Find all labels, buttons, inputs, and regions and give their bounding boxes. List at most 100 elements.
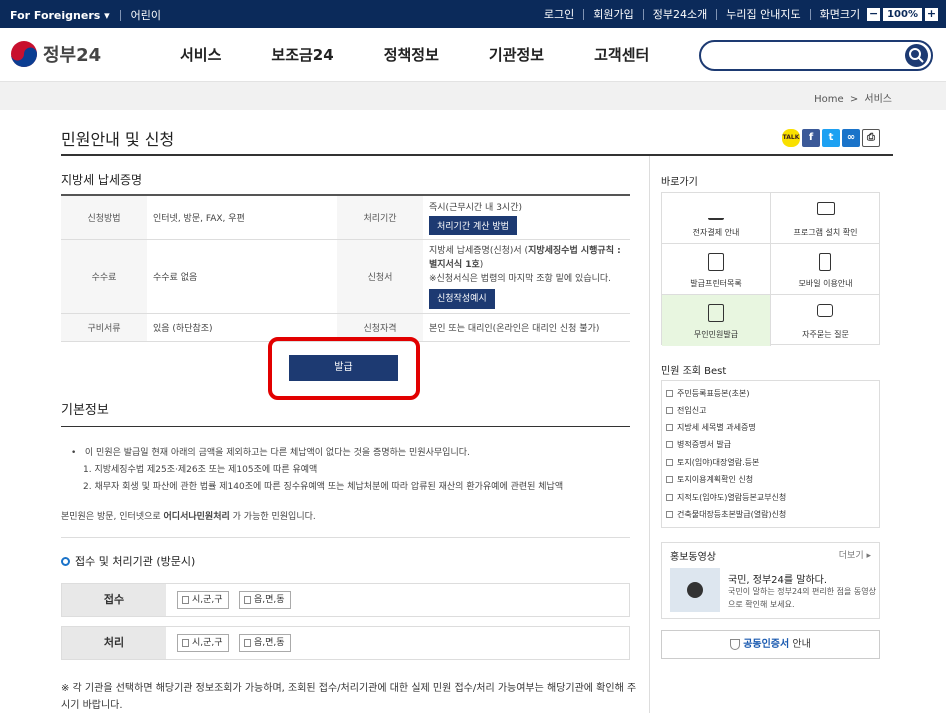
facebook-share-icon[interactable]: f [802,129,820,147]
login-link[interactable]: 로그인 [544,6,574,22]
process-label: 처리 [62,627,166,659]
receive-city-button[interactable]: 시,군,구 [177,591,229,609]
search-icon [909,48,924,63]
form-example-button[interactable]: 신청작성예시 [429,289,495,309]
doc-icon [666,390,673,397]
promo-more-link[interactable]: 더보기 ▸ [839,548,871,561]
basic-info-divider [61,426,630,427]
promo-thumbnail[interactable] [670,568,720,612]
list-item[interactable]: 지방세 세목별 과세증명 [666,422,756,433]
quick-kiosk[interactable]: 무인민원발급 [662,295,771,346]
breadcrumb-home[interactable]: Home [814,94,844,105]
doc-icon [666,407,673,414]
building-icon [244,639,251,647]
link-copy-icon[interactable]: ∞ [842,129,860,147]
list-item[interactable]: 토지(임야)대장열람.등본 [666,457,759,468]
service-name: 지방세 납세증명 [61,173,143,187]
fee-value: 수수료 없음 [147,239,337,314]
signup-link[interactable]: 회원가입 [593,6,633,22]
quick-printer-list[interactable]: 발급프린터목록 [662,244,771,295]
office-heading-text: 접수 및 처리기관 (방문시) [75,555,196,568]
table-row: 수수료 수수료 없음 신청서 지방세 납세증명(신청)서 (지방세징수법 시행규… [61,239,630,314]
quick-faq[interactable]: 자주묻는 질문 [771,295,880,346]
search-button[interactable] [905,44,928,67]
play-icon [687,582,703,598]
issue-button[interactable]: 발급 [289,355,398,381]
form-value: 지방세 납세증명(신청)서 (지방세징수법 시행규칙 : 별지서식 1호) [429,246,621,270]
sitemap-link[interactable]: 누리집 안내지도 [726,6,800,22]
site-logo[interactable]: 정부24 [9,39,101,69]
building-icon [182,639,189,647]
kids-link[interactable]: 어린이 [131,7,161,23]
receive-row: 접수 시,군,구 읍,면,동 [61,583,630,617]
zoom-in-button[interactable]: + [925,7,938,21]
nav-support[interactable]: 고객센터 [594,44,649,65]
list-item[interactable]: 병적증명서 발급 [666,439,731,450]
list-item[interactable]: 주민등록표등본(초본) [666,388,749,399]
quick-mobile[interactable]: 모바일 이용안내 [771,244,880,295]
nav-subsidy[interactable]: 보조금24 [271,44,333,65]
quick-title: 바로가기 [661,177,698,188]
nav-institution[interactable]: 기관정보 [489,44,544,65]
form-cell: 지방세 납세증명(신청)서 (지방세징수법 시행규칙 : 별지서식 1호) ※신… [423,239,630,314]
qualification-value: 본인 또는 대리인(온라인은 대리인 신청 불가) [423,313,630,342]
nav-policy[interactable]: 정책정보 [384,44,439,65]
list-item[interactable]: 토지이용계획확인 신청 [666,474,753,485]
chat-bubble-icon [817,304,833,317]
building-icon [182,596,189,604]
utility-bar: For Foreigners ▾ 어린이 로그인 회원가입 정부24소개 누리집… [0,0,946,28]
table-row: 신청방법 인터넷, 방문, FAX, 우편 처리기간 즉시(근무시간 내 3시간… [61,195,630,240]
list-item[interactable]: 지적도(임야도)열람등본교부신청 [666,492,786,503]
basic-item-2: 2. 채무자 회생 및 파산에 관한 법률 제140조에 따른 징수유예액 또는… [83,482,564,492]
print-icon[interactable]: ⎙ [862,129,880,147]
quick-program-check[interactable]: 프로그램 설치 확인 [771,193,880,244]
shield-icon [730,638,741,650]
zoom-out-button[interactable]: − [867,7,881,21]
list-item[interactable]: 전입신고 [666,405,706,416]
promo-headline[interactable]: 국민, 정부24를 말하다. [728,571,827,586]
promo-desc: 국민이 말하는 정부24의 편리한 점을 동영상으로 확인해 보세요. [728,587,877,609]
zoom-label: 화면크기 [819,8,861,21]
promo-video-box: 홍보동영상 더보기 ▸ 국민, 정부24를 말하다. 국민이 말하는 정부24의… [661,542,880,619]
process-row: 처리 시,군,구 읍,면,동 [61,626,630,660]
quick-payment[interactable]: 전자결제 안내 [662,193,771,244]
kakaotalk-share-icon[interactable]: TALK [782,129,800,147]
for-foreigners-link[interactable]: For Foreigners ▾ [10,9,110,22]
basic-item-1: 1. 지방세징수법 제25조·제26조 또는 제105조에 따른 유예액 [83,465,318,475]
search-input[interactable] [699,40,933,71]
form-note: ※신청서식은 법령의 마지막 조항 밑에 있습니다. [429,274,612,284]
main-nav: 서비스 보조금24 정책정보 기관정보 고객센터 [180,44,699,65]
list-item[interactable]: 건축물대장등초본발급(열람)신청 [666,509,786,520]
breadcrumb-current[interactable]: 서비스 [864,94,892,105]
period-calc-button[interactable]: 처리기간 계산 방법 [429,216,517,235]
method-label: 신청방법 [61,195,147,240]
main-header: 정부24 서비스 보조금24 정책정보 기관정보 고객센터 [0,28,946,82]
anywhere-note: 본민원은 방문, 인터넷으로 어디서나민원처리 가 가능한 민원입니다. [61,512,316,522]
process-town-button[interactable]: 읍,면,동 [239,634,291,652]
process-city-button[interactable]: 시,군,구 [177,634,229,652]
kiosk-icon [708,304,724,322]
download-icon [708,202,724,220]
taegeuk-logo-icon [11,41,37,67]
twitter-share-icon[interactable]: t [822,129,840,147]
receive-label: 접수 [62,584,166,616]
nav-services[interactable]: 서비스 [180,44,221,65]
doc-icon [666,441,673,448]
method-value: 인터넷, 방문, FAX, 우편 [147,195,337,240]
about-link[interactable]: 정부24소개 [653,6,707,22]
zoom-control: 화면크기 − 100% + [820,6,938,22]
office-heading: 접수 및 처리기관 (방문시) [61,553,195,569]
basic-info-heading: 기본정보 [61,403,109,418]
breadcrumb: Home > 서비스 [0,82,946,110]
period-value: 즉시(근무시간 내 3시간) [429,203,522,213]
certificate-guide-button[interactable]: 공동인증서 안내 [661,630,880,659]
anywhere-link[interactable]: 어디서나민원처리 [164,512,230,522]
monitor-icon [817,202,835,215]
breadcrumb-sep: > [849,94,859,105]
doc-icon [666,511,673,518]
logo-text: 정부24 [43,45,102,66]
circle-bullet-icon [61,556,70,566]
period-label: 처리기간 [337,195,423,240]
receive-town-button[interactable]: 읍,면,동 [239,591,291,609]
best-title: 민원 조회 Best [661,366,727,377]
